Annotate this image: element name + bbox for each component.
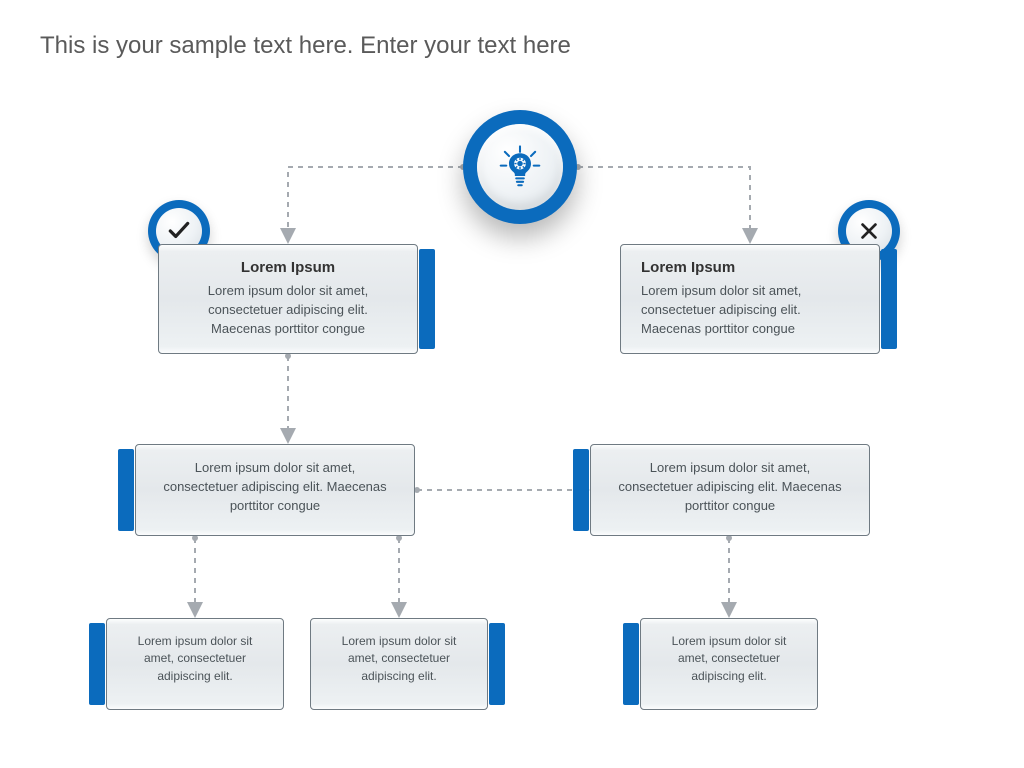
leaf-2-body: Lorem ipsum dolor sit amet, consectetuer…: [333, 633, 465, 685]
no-box: Lorem Ipsum Lorem ipsum dolor sit amet, …: [620, 244, 880, 354]
flowchart-canvas: This is your sample text here. Enter you…: [0, 0, 1024, 768]
row2-left-box: Lorem ipsum dolor sit amet, consectetuer…: [135, 444, 415, 536]
leaf-box-3: Lorem ipsum dolor sit amet, consectetuer…: [640, 618, 818, 710]
page-title: This is your sample text here. Enter you…: [40, 32, 571, 60]
row2-right-body: Lorem ipsum dolor sit amet, consectetuer…: [613, 459, 847, 516]
no-box-title: Lorem Ipsum: [641, 259, 857, 276]
lightbulb-gear-icon: [477, 124, 563, 210]
row2-left-body: Lorem ipsum dolor sit amet, consectetuer…: [158, 459, 392, 516]
leaf-box-2: Lorem ipsum dolor sit amet, consectetuer…: [310, 618, 488, 710]
leaf-3-body: Lorem ipsum dolor sit amet, consectetuer…: [663, 633, 795, 685]
row2-right-box: Lorem ipsum dolor sit amet, consectetuer…: [590, 444, 870, 536]
yes-box: Lorem Ipsum Lorem ipsum dolor sit amet, …: [158, 244, 418, 354]
leaf-1-body: Lorem ipsum dolor sit amet, consectetuer…: [129, 633, 261, 685]
center-badge: [463, 110, 577, 224]
no-box-body: Lorem ipsum dolor sit amet, consectetuer…: [641, 282, 857, 339]
yes-box-body: Lorem ipsum dolor sit amet, consectetuer…: [181, 282, 395, 339]
yes-box-title: Lorem Ipsum: [181, 259, 395, 276]
leaf-box-1: Lorem ipsum dolor sit amet, consectetuer…: [106, 618, 284, 710]
